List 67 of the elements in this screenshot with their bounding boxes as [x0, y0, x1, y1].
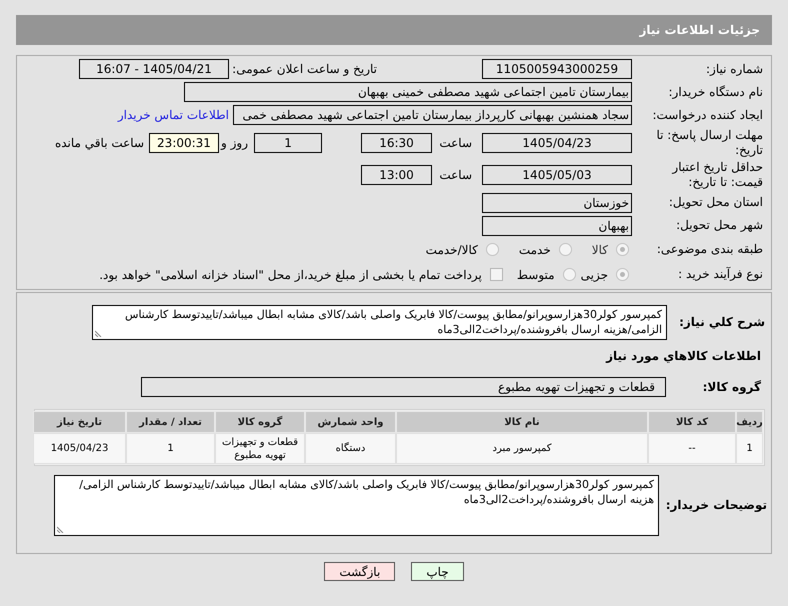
- remaining-label: ساعت باقي مانده: [54, 135, 144, 152]
- column-header: واحد شمارش: [305, 411, 396, 433]
- column-header: ردیف: [736, 411, 763, 433]
- text-field[interactable]: 1105005943000259: [482, 59, 632, 79]
- column-header: کد کالا: [648, 411, 736, 433]
- contact-link[interactable]: اطلاعات تماس خریدار: [118, 106, 229, 124]
- text-field[interactable]: 1: [254, 133, 322, 153]
- table-cell: قطعات و تجهیزات تهویه مطبوع: [215, 433, 305, 464]
- field-label: شرح کلي نياز:: [678, 314, 766, 331]
- time-label: ساعت: [438, 135, 472, 152]
- text-field[interactable]: خوزستان: [482, 192, 632, 212]
- checkbox[interactable]: [490, 268, 503, 281]
- table-cell: 1: [736, 433, 763, 464]
- radio-button[interactable]: [616, 268, 629, 281]
- checkbox-label: پرداخت تمام یا بخشی از مبلغ خرید،از محل "اسناد خزانه اسلامی" خواهد بود.: [99, 266, 482, 284]
- text-area-text: کمپرسور کولر30هزارسوپرانو/مطابق پیوست/کالا فابریک واصلی باشد/کالای مشابه ابطال میباشد/تاییدتوسط کارشناس الزامی/هزینه ارسال بافروشنده/پرداخت2الی3ماه: [125, 308, 662, 336]
- field-label: نوع فرآیند خرید :: [677, 267, 764, 282]
- table-cell: --: [648, 433, 736, 464]
- resize-grip-icon[interactable]: [57, 526, 64, 532]
- field-label: حداقل تاریخ اعتبار قیمت: تا تاریخ:: [670, 160, 764, 190]
- option-label: جزیی: [580, 266, 608, 284]
- resize-grip-icon[interactable]: [95, 330, 102, 337]
- column-header: تعداد / مقدار: [126, 411, 215, 433]
- countdown-field[interactable]: 23:00:31: [149, 133, 219, 153]
- table-cell: دستگاه: [305, 433, 396, 464]
- option-label: متوسط: [516, 266, 555, 284]
- page-title: جزئیات اطلاعات نیاز: [639, 22, 760, 39]
- option-label: کالا: [592, 242, 608, 258]
- text-field[interactable]: قطعات و تجهیزات تهویه مطبوع: [141, 377, 666, 397]
- field-label: شماره نیاز:: [705, 62, 764, 76]
- text-field[interactable]: بهبهان: [482, 216, 632, 236]
- field-label: ایجاد کننده درخواست:: [651, 108, 764, 122]
- field-label: تاریخ و ساعت اعلان عمومی:: [231, 61, 377, 78]
- radio-button[interactable]: [486, 243, 499, 256]
- table-cell: 1405/04/23: [33, 433, 126, 464]
- radio-button[interactable]: [558, 243, 572, 256]
- text-field[interactable]: 1405/04/23: [482, 133, 632, 153]
- option-label: خدمت: [518, 242, 551, 258]
- text-area[interactable]: کمپرسور کولر30هزارسوپرانو/مطابق پیوست/کالا فابریک واصلی باشد/کالای مشابه ابطال میباشد/تاییدتوسط کارشناس الزامی/هزینه ارسال بافروشنده/پرداخت2الی3ماه: [54, 474, 659, 536]
- section-heading: اطلاعات كالاهاي مورد نياز: [604, 348, 761, 365]
- print-button[interactable]: چاپ: [411, 562, 464, 581]
- radio-button[interactable]: [616, 243, 629, 256]
- back-button[interactable]: بازگشت: [324, 562, 396, 581]
- field-label: گروه کالا:: [702, 379, 762, 396]
- column-header: نام کالا: [396, 411, 648, 433]
- days-label: روز و: [220, 135, 248, 152]
- text-area[interactable]: کمپرسور کولر30هزارسوپرانو/مطابق پیوست/کالا فابریک واصلی باشد/کالای مشابه ابطال میباشد/تاییدتوسط کارشناس الزامی/هزینه ارسال بافروشنده/پرداخت2الی3ماه: [92, 305, 667, 340]
- field-label: استان محل تحویل:: [668, 195, 764, 210]
- time-label: ساعت: [438, 167, 472, 184]
- text-field[interactable]: سجاد همنشین بهبهانی کارپرداز بیمارستان تامین اجتماعی شهید مصطفی خمی: [233, 105, 632, 125]
- radio-button[interactable]: [562, 268, 576, 281]
- table-cell: 1: [126, 433, 215, 464]
- field-label: مهلت ارسال پاسخ: تا تاریخ:: [655, 128, 764, 158]
- text-field[interactable]: 1405/05/03: [482, 165, 632, 185]
- text-field[interactable]: 16:30: [361, 133, 432, 153]
- field-label: نام دستگاه خریدار:: [668, 84, 764, 100]
- column-header: گروه کالا: [215, 411, 305, 433]
- field-label: شهر محل تحویل:: [675, 218, 764, 233]
- text-field[interactable]: بیمارستان تامین اجتماعی شهید مصطفی خمینی بهبهان: [184, 82, 632, 102]
- table-cell: کمپرسور مبرد: [396, 433, 648, 464]
- text-field[interactable]: 1405/04/21 - 16:07: [79, 59, 229, 79]
- option-label: کالا/خدمت: [426, 242, 478, 258]
- text-field[interactable]: 13:00: [361, 165, 432, 185]
- column-header: تاریخ نیاز: [33, 411, 126, 433]
- text-area-text: کمپرسور کولر30هزارسوپرانو/مطابق پیوست/کالا فابریک واصلی باشد/کالای مشابه ابطال میباشد/تاییدتوسط کارشناس الزامی/هزینه ارسال بافروشنده/پرداخت2الی3ماه: [79, 478, 654, 506]
- field-label: طبقه بندی موضوعی:: [656, 242, 764, 257]
- field-label: توضیحات خریدار:: [664, 497, 768, 514]
